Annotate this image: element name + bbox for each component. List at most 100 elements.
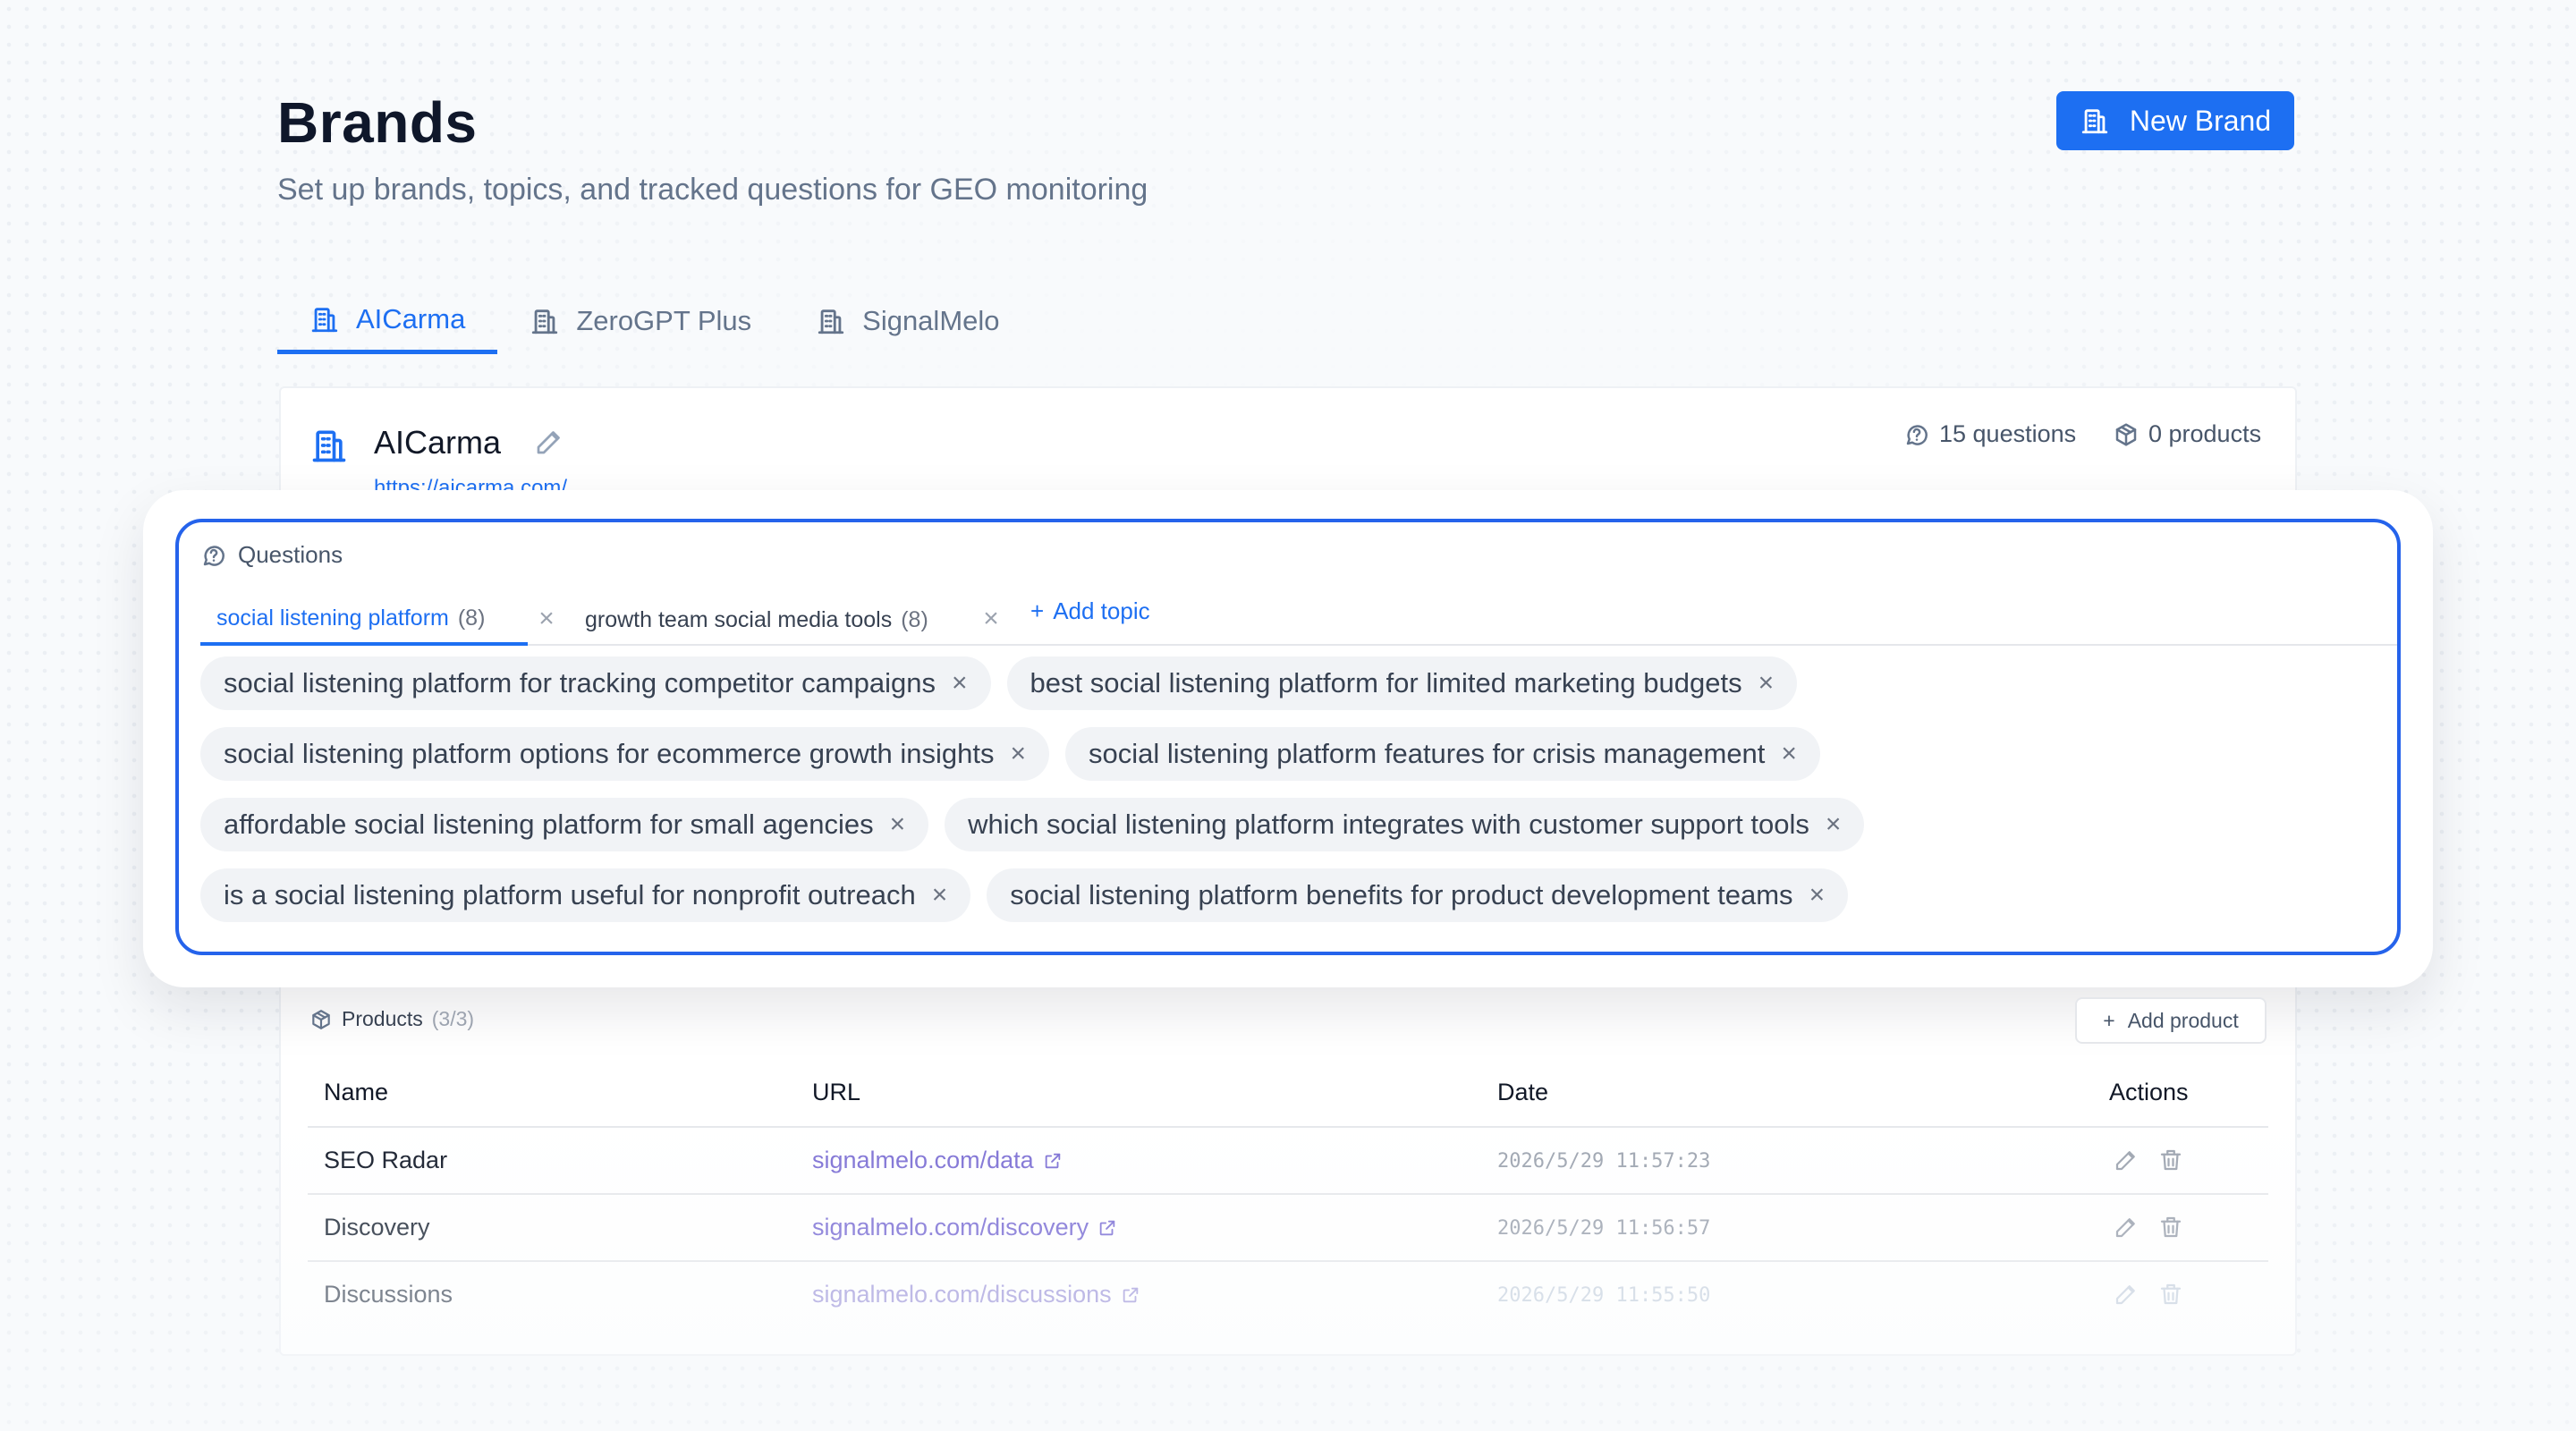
column-header-actions: Actions [2109, 1079, 2189, 1105]
pencil-icon[interactable] [2113, 1147, 2140, 1173]
brand-name: AICarma [374, 424, 502, 461]
close-icon[interactable]: × [1826, 809, 1842, 840]
tab-label: ZeroGPT Plus [576, 305, 752, 336]
topic-tab-growth-team-social-media-tools[interactable]: growth team social media tools (8) [569, 594, 945, 646]
close-icon[interactable]: × [533, 603, 560, 635]
question-chip: social listening platform options for ec… [200, 727, 1050, 781]
building-icon [532, 309, 558, 334]
building-icon [311, 307, 338, 332]
question-chip: which social listening platform integrat… [945, 798, 1865, 851]
column-header-name: Name [324, 1079, 389, 1105]
pencil-icon[interactable] [533, 426, 565, 458]
tab-label: AICarma [356, 302, 466, 334]
tab-aicarma[interactable]: AICarma [277, 288, 498, 354]
question-chip: is a social listening platform useful fo… [200, 868, 971, 922]
row-divider [308, 1193, 2268, 1195]
close-icon[interactable]: × [1781, 739, 1797, 769]
question-text: social listening platform features for c… [1089, 738, 1766, 769]
close-icon[interactable]: × [978, 603, 1004, 635]
question-chip: affordable social listening platform for… [200, 798, 929, 851]
topic-tab-social-listening-platform[interactable]: social listening platform (8) [200, 594, 528, 646]
new-brand-label: New Brand [2129, 104, 2272, 137]
question-chip: best social listening platform for limit… [1006, 656, 1798, 710]
close-icon[interactable]: × [890, 809, 906, 840]
building-icon [818, 309, 844, 334]
products-count: (3/3) [431, 1007, 475, 1030]
question-text: best social listening platform for limit… [1030, 667, 1742, 699]
question-text: which social listening platform integrat… [968, 809, 1809, 840]
tab-zerogpt-plus[interactable]: ZeroGPT Plus [497, 288, 784, 354]
trash-icon[interactable] [2157, 1214, 2184, 1240]
topic-divider [200, 644, 2397, 646]
close-icon[interactable]: × [932, 880, 948, 910]
close-icon[interactable]: × [1809, 880, 1826, 910]
question-text: social listening platform benefits for p… [1010, 879, 1793, 910]
new-brand-button[interactable]: New Brand [2056, 91, 2294, 150]
question-circle-icon [203, 545, 225, 566]
topic-count: (8) [457, 605, 486, 631]
question-chip: social listening platform features for c… [1065, 727, 1820, 781]
chip-row: social listening platform for tracking c… [200, 656, 2365, 710]
products-header-label: Products [342, 1007, 423, 1030]
pencil-icon[interactable] [2113, 1281, 2140, 1308]
external-link-icon [1123, 1287, 1138, 1302]
product-url-text: signalmelo.com/data [812, 1147, 1034, 1173]
tab-label: SignalMelo [862, 305, 1000, 336]
close-icon[interactable]: × [1011, 739, 1027, 769]
trash-icon[interactable] [2157, 1147, 2184, 1173]
products-header: Products (3/3) [309, 1007, 474, 1031]
add-topic-label: Add topic [1053, 597, 1150, 624]
add-topic-button[interactable]: + Add topic [1030, 597, 1150, 625]
topic-label: growth team social media tools [585, 606, 893, 632]
tab-signalmelo[interactable]: SignalMelo [784, 288, 1031, 354]
product-name: Discovery [324, 1214, 430, 1240]
product-url-link[interactable]: signalmelo.com/data [812, 1147, 1063, 1174]
product-date: 2026/5/29 11:55:50 [1497, 1284, 1711, 1307]
product-url-link[interactable]: signalmelo.com/discovery [812, 1214, 1117, 1241]
close-icon[interactable]: × [952, 668, 968, 699]
product-url-link[interactable]: signalmelo.com/discussions [812, 1281, 1140, 1308]
close-icon[interactable]: × [1758, 668, 1775, 699]
questions-header-label: Questions [238, 541, 343, 568]
package-icon [2115, 423, 2137, 445]
add-product-label: Add product [2127, 1008, 2239, 1032]
question-text: is a social listening platform useful fo… [224, 879, 916, 910]
questions-header: Questions [200, 541, 343, 569]
package-icon [312, 1009, 330, 1029]
question-chips: social listening platform for tracking c… [200, 656, 2365, 939]
product-name: Discussions [324, 1281, 453, 1308]
topic-label: social listening platform [216, 605, 449, 631]
building-icon [312, 430, 346, 462]
question-circle-icon [1906, 424, 1928, 445]
chip-row: social listening platform options for ec… [200, 727, 2365, 781]
plus-icon: + [1030, 597, 1045, 624]
trash-icon[interactable] [2157, 1281, 2184, 1308]
question-chip: social listening platform benefits for p… [987, 868, 1849, 922]
product-date: 2026/5/29 11:56:57 [1497, 1217, 1711, 1240]
chip-row: affordable social listening platform for… [200, 798, 2365, 851]
product-name: SEO Radar [324, 1147, 448, 1173]
questions-stat-text: 15 questions [1939, 420, 2077, 447]
building-icon [2081, 109, 2108, 134]
products-stat-text: 0 products [2148, 420, 2262, 447]
page-subtitle: Set up brands, topics, and tracked quest… [277, 173, 1148, 207]
question-text: social listening platform for tracking c… [224, 667, 936, 699]
question-text: affordable social listening platform for… [224, 809, 874, 840]
row-divider [308, 1260, 2268, 1262]
questions-stat: 15 questions [1903, 420, 2076, 448]
brand-tabs: AICarma ZeroGPT Plus SignalMelo [277, 288, 1032, 354]
products-stat: 0 products [2113, 420, 2261, 448]
external-link-icon [1045, 1153, 1060, 1168]
add-product-button[interactable]: + Add product [2075, 997, 2267, 1044]
product-url-text: signalmelo.com/discovery [812, 1214, 1089, 1240]
question-text: social listening platform options for ec… [224, 738, 995, 769]
page-title: Brands [277, 90, 478, 155]
plus-icon: + [2103, 1008, 2115, 1032]
topic-count: (8) [901, 606, 928, 632]
pencil-icon[interactable] [2113, 1214, 2140, 1240]
column-header-url: URL [812, 1079, 861, 1105]
table-header-divider [308, 1126, 2268, 1128]
product-date: 2026/5/29 11:57:23 [1497, 1150, 1711, 1173]
question-chip: social listening platform for tracking c… [200, 656, 991, 710]
column-header-date: Date [1497, 1079, 1549, 1105]
